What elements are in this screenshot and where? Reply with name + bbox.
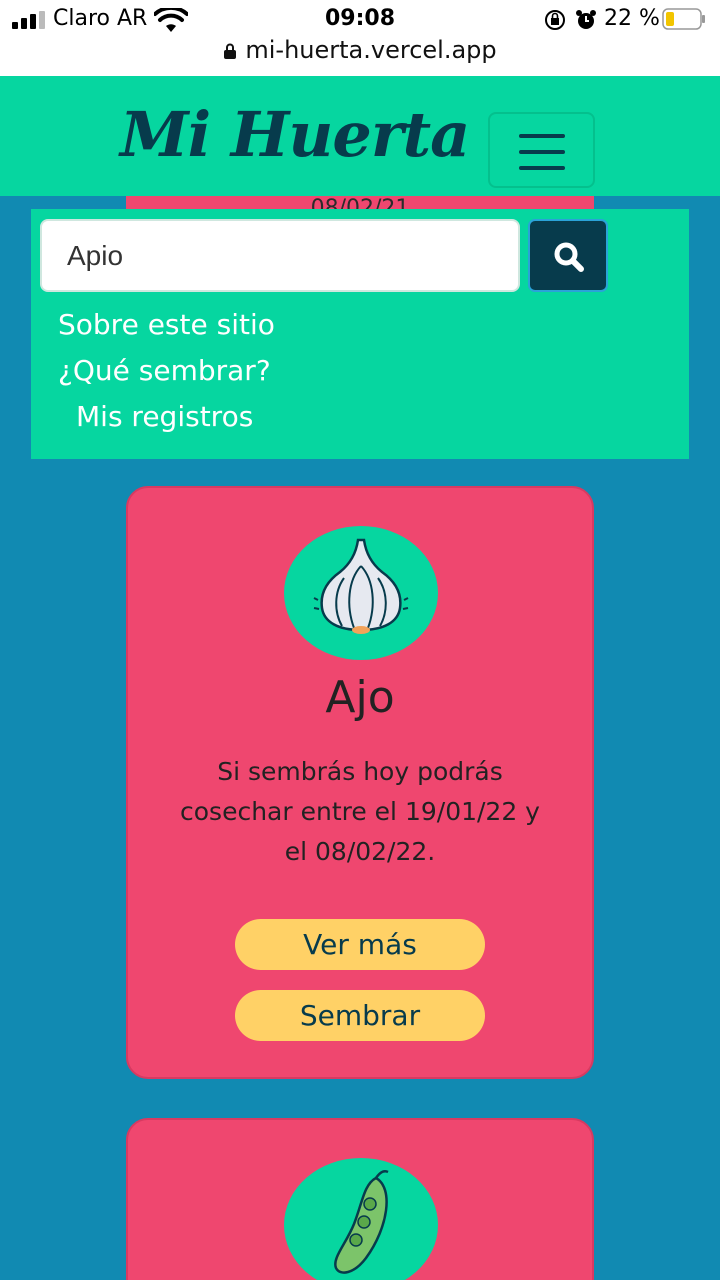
menu-toggle-button[interactable] <box>488 112 595 188</box>
nav-link-my-records[interactable]: Mis registros <box>76 400 253 433</box>
harvest-description: Si sembrás hoy podrás cosechar entre el … <box>180 757 540 866</box>
search-input[interactable] <box>40 219 520 292</box>
garlic-icon <box>313 538 409 634</box>
hamburger-icon-line <box>519 166 565 170</box>
alarm-icon <box>576 10 596 29</box>
battery-icon <box>662 8 705 30</box>
brand-logo[interactable]: Mi Huerta <box>120 98 470 171</box>
status-bar: Claro AR 09:08 22 % mi-huerta.vercel.app <box>0 0 720 76</box>
vegetable-name: Ajo <box>325 672 395 723</box>
lock-icon <box>224 43 237 59</box>
sow-button[interactable]: Sembrar <box>235 990 485 1041</box>
nav-link-about[interactable]: Sobre este sitio <box>58 308 275 341</box>
hamburger-icon-line <box>519 150 565 154</box>
search-icon <box>554 242 584 272</box>
battery-percent: 22 % <box>604 6 660 31</box>
address-bar[interactable]: mi-huerta.vercel.app <box>0 36 720 64</box>
vegetable-image <box>284 526 438 660</box>
pea-pod-icon <box>334 1170 389 1274</box>
vegetable-image <box>284 1158 438 1280</box>
vegetable-card: Ajo Si sembrás hoy podrás cosechar entre… <box>126 486 594 1079</box>
navbar: Mi Huerta <box>0 76 720 196</box>
url-text: mi-huerta.vercel.app <box>245 36 497 64</box>
nav-link-what-to-sow[interactable]: ¿Qué sembrar? <box>58 354 271 387</box>
see-more-button[interactable]: Ver más <box>235 919 485 970</box>
rotation-lock-icon <box>545 10 565 30</box>
search-button[interactable] <box>528 219 608 292</box>
hamburger-icon <box>519 134 565 138</box>
nav-dropdown: Sobre este sitio ¿Qué sembrar? Mis regis… <box>31 209 689 459</box>
vegetable-card <box>126 1118 594 1280</box>
